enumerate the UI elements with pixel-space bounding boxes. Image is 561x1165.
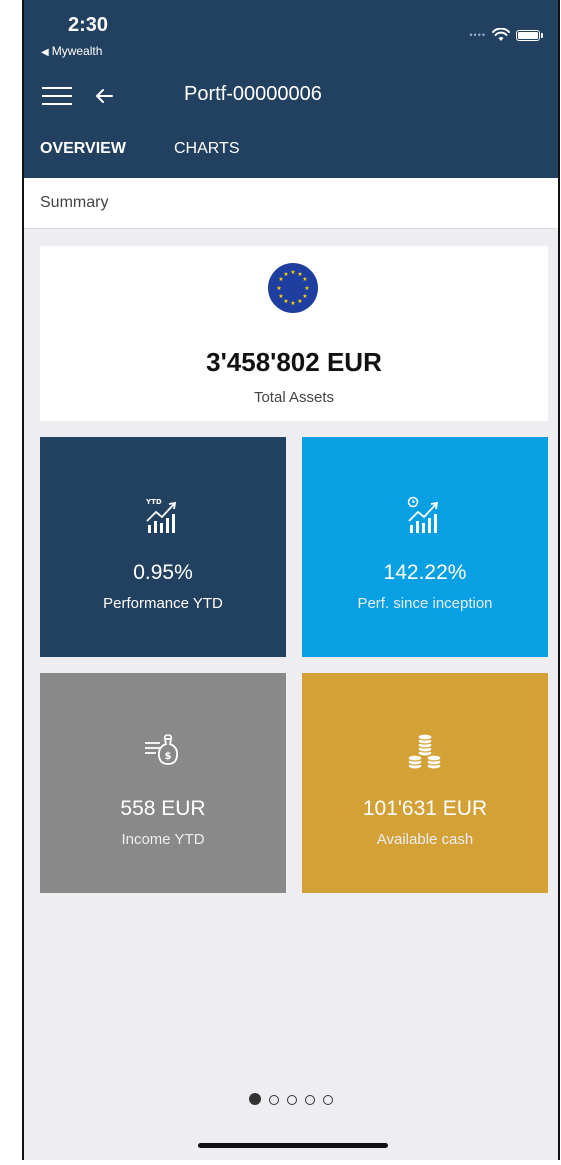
back-app-label: Mywealth xyxy=(51,44,103,58)
back-to-app-link[interactable]: ◀ Mywealth xyxy=(41,44,102,58)
svg-text:★: ★ xyxy=(278,293,283,300)
svg-text:★: ★ xyxy=(290,269,295,276)
svg-text:★: ★ xyxy=(276,285,281,292)
ytd-growth-chart-icon: YTD xyxy=(145,498,177,533)
status-icons: •••• xyxy=(469,28,543,42)
available-cash-tile[interactable]: 101'631 EUR Available cash xyxy=(302,673,548,893)
eu-flag-icon: ★ ★ ★ ★ ★ ★ ★ ★ ★ ★ ★ ★ xyxy=(268,263,318,313)
income-ytd-value: 558 EUR xyxy=(120,797,206,820)
svg-text:★: ★ xyxy=(297,298,302,305)
tab-overview[interactable]: OVERVIEW xyxy=(40,140,126,158)
tab-bar: OVERVIEW CHARTS xyxy=(24,140,558,168)
page-dot[interactable] xyxy=(287,1095,297,1105)
total-assets-card[interactable]: ★ ★ ★ ★ ★ ★ ★ ★ ★ ★ ★ ★ 3'458'802 EUR To… xyxy=(40,246,548,421)
income-ytd-label: Income YTD xyxy=(121,831,205,848)
svg-text:★: ★ xyxy=(304,285,309,292)
income-ytd-tile[interactable]: $ 558 EUR Income YTD xyxy=(40,673,286,893)
total-assets-value: 3'458'802 EUR xyxy=(206,347,382,377)
back-arrow-icon[interactable] xyxy=(92,84,116,108)
svg-text:★: ★ xyxy=(290,300,295,307)
summary-label: Summary xyxy=(40,194,109,211)
status-time: 2:30 xyxy=(68,14,109,36)
available-cash-value: 101'631 EUR xyxy=(362,797,488,820)
app-header: 2:30 ◀ Mywealth •••• Portf-00000006 OVER… xyxy=(24,0,558,178)
back-triangle-icon: ◀ xyxy=(41,47,49,58)
svg-text:$: $ xyxy=(165,751,172,762)
page-indicator xyxy=(24,1092,558,1110)
wifi-icon xyxy=(492,28,510,41)
svg-text:YTD: YTD xyxy=(145,498,162,506)
page-title: Portf-00000006 xyxy=(184,83,322,105)
nav-row: Portf-00000006 xyxy=(24,76,558,116)
income-money-bag-icon: $ xyxy=(145,734,179,765)
perf-since-inception-tile[interactable]: 142.22% Perf. since inception xyxy=(302,437,548,657)
performance-ytd-tile[interactable]: YTD 0.95% Performance YTD xyxy=(40,437,286,657)
signal-icon: •••• xyxy=(469,30,486,40)
battery-icon xyxy=(516,29,543,41)
svg-text:★: ★ xyxy=(283,271,288,278)
total-assets-label: Total Assets xyxy=(253,389,335,406)
phone-screen: 2:30 ◀ Mywealth •••• Portf-00000006 OVER… xyxy=(22,0,560,1160)
performance-ytd-label: Performance YTD xyxy=(103,595,223,612)
hamburger-menu-icon[interactable] xyxy=(42,85,72,105)
page-dot[interactable] xyxy=(269,1095,279,1105)
summary-header: Summary xyxy=(24,178,558,229)
perf-since-inception-value: 142.22% xyxy=(383,561,467,584)
performance-ytd-value: 0.95% xyxy=(133,561,193,584)
perf-since-inception-label: Perf. since inception xyxy=(357,595,493,612)
svg-text:★: ★ xyxy=(302,293,307,300)
available-cash-label: Available cash xyxy=(376,831,474,848)
page-dot[interactable] xyxy=(249,1093,261,1105)
tab-charts[interactable]: CHARTS xyxy=(174,140,240,158)
svg-text:★: ★ xyxy=(302,276,307,283)
coin-stacks-icon xyxy=(407,733,442,770)
clock-growth-chart-icon xyxy=(407,496,439,533)
page-dot[interactable] xyxy=(323,1095,333,1105)
svg-text:★: ★ xyxy=(283,298,288,305)
home-indicator[interactable] xyxy=(198,1143,388,1148)
page-dot[interactable] xyxy=(305,1095,315,1105)
